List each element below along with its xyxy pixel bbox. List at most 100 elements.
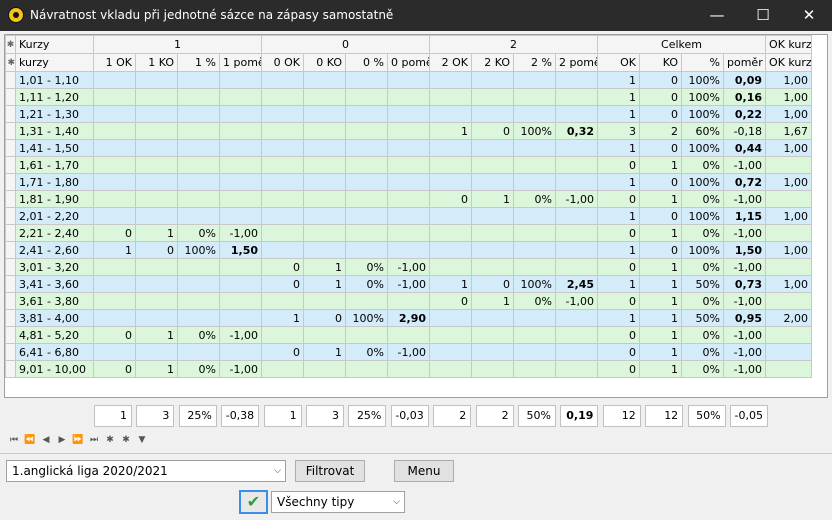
table-cell[interactable]: [387, 173, 430, 191]
table-cell[interactable]: 1,41 - 1,50: [15, 139, 94, 157]
table-cell[interactable]: [513, 309, 556, 327]
table-row[interactable]: 2,01 - 2,20 1 0 100% 1,15 1,00: [5, 207, 813, 225]
table-cell[interactable]: [555, 207, 598, 225]
table-cell[interactable]: 1,81 - 1,90: [15, 190, 94, 208]
table-cell[interactable]: 1: [639, 309, 682, 327]
table-cell[interactable]: [471, 88, 514, 106]
table-cell[interactable]: 0,72: [722, 173, 767, 191]
table-cell[interactable]: 60%: [681, 122, 724, 140]
table-cell[interactable]: [513, 88, 556, 106]
table-cell[interactable]: [303, 326, 346, 344]
table-cell[interactable]: 0%: [177, 224, 220, 242]
table-cell[interactable]: [429, 207, 472, 225]
table-cell[interactable]: 1: [303, 343, 346, 361]
table-cell[interactable]: [177, 156, 220, 174]
table-cell[interactable]: [345, 360, 388, 378]
column-header[interactable]: 1 %: [177, 53, 220, 72]
column-header[interactable]: 0 OK: [261, 53, 304, 72]
table-cell[interactable]: 1: [471, 292, 514, 310]
table-cell[interactable]: 0: [261, 258, 304, 276]
table-cell[interactable]: [555, 105, 598, 123]
table-cell[interactable]: 2,41 - 2,60: [15, 241, 94, 259]
table-cell[interactable]: 1,61 - 1,70: [15, 156, 94, 174]
table-cell[interactable]: 0: [429, 292, 472, 310]
table-cell[interactable]: [177, 258, 220, 276]
table-cell[interactable]: [471, 258, 514, 276]
table-cell[interactable]: [513, 258, 556, 276]
table-cell[interactable]: 1: [597, 88, 640, 106]
table-cell[interactable]: -1,00: [219, 360, 262, 378]
table-cell[interactable]: [135, 309, 178, 327]
table-cell[interactable]: 100%: [681, 88, 724, 106]
table-cell[interactable]: [219, 173, 262, 191]
table-cell[interactable]: [513, 241, 556, 259]
table-cell[interactable]: 1: [639, 258, 682, 276]
table-cell[interactable]: 0: [597, 360, 640, 378]
table-cell[interactable]: [471, 105, 514, 123]
table-cell[interactable]: 1: [639, 156, 682, 174]
table-cell[interactable]: -1,00: [555, 190, 598, 208]
table-cell[interactable]: [429, 360, 472, 378]
table-cell[interactable]: [219, 292, 262, 310]
table-cell[interactable]: [219, 139, 262, 157]
edit-record-icon[interactable]: ✱: [118, 435, 134, 445]
table-cell[interactable]: 0: [93, 360, 136, 378]
table-cell[interactable]: 0: [93, 224, 136, 242]
chevron-down-icon[interactable]: ⌵: [393, 492, 400, 512]
table-cell[interactable]: 9,01 - 10,00: [15, 360, 94, 378]
table-cell[interactable]: [345, 122, 388, 140]
table-cell[interactable]: -1,00: [219, 326, 262, 344]
table-cell[interactable]: [555, 224, 598, 242]
table-cell[interactable]: 3,81 - 4,00: [15, 309, 94, 327]
table-cell[interactable]: 0: [639, 207, 682, 225]
table-cell[interactable]: 1: [471, 190, 514, 208]
table-cell[interactable]: [345, 241, 388, 259]
table-cell[interactable]: -1,00: [722, 292, 767, 310]
table-cell[interactable]: [387, 326, 430, 344]
table-cell[interactable]: [513, 71, 556, 89]
table-cell[interactable]: [387, 122, 430, 140]
table-cell[interactable]: 1: [597, 207, 640, 225]
table-cell[interactable]: 0,09: [722, 71, 767, 89]
table-cell[interactable]: [135, 105, 178, 123]
row-selector[interactable]: [5, 71, 16, 89]
table-cell[interactable]: [219, 309, 262, 327]
table-cell[interactable]: 3,61 - 3,80: [15, 292, 94, 310]
table-cell[interactable]: [345, 156, 388, 174]
table-cell[interactable]: [765, 258, 813, 276]
row-selector[interactable]: [5, 258, 16, 276]
table-cell[interactable]: [261, 156, 304, 174]
table-cell[interactable]: 1,00: [765, 88, 813, 106]
table-cell[interactable]: 1,00: [765, 173, 813, 191]
table-cell[interactable]: [513, 343, 556, 361]
table-cell[interactable]: [345, 292, 388, 310]
table-cell[interactable]: [513, 224, 556, 242]
table-cell[interactable]: 1: [639, 275, 682, 293]
prev-record-icon[interactable]: ◀: [38, 435, 54, 445]
table-cell[interactable]: [345, 224, 388, 242]
table-cell[interactable]: [177, 105, 220, 123]
table-cell[interactable]: 0%: [681, 156, 724, 174]
table-cell[interactable]: 0,73: [722, 275, 767, 293]
table-cell[interactable]: -1,00: [555, 292, 598, 310]
table-cell[interactable]: [429, 224, 472, 242]
table-cell[interactable]: [219, 207, 262, 225]
row-selector[interactable]: [5, 326, 16, 344]
table-cell[interactable]: 0: [597, 343, 640, 361]
table-cell[interactable]: [261, 105, 304, 123]
row-selector[interactable]: [5, 156, 16, 174]
table-cell[interactable]: [555, 139, 598, 157]
table-cell[interactable]: [303, 360, 346, 378]
table-cell[interactable]: [261, 122, 304, 140]
table-cell[interactable]: [261, 292, 304, 310]
table-cell[interactable]: 4,81 - 5,20: [15, 326, 94, 344]
table-row[interactable]: 1,31 - 1,40 1 0 100% 0,32 3 2 60% -0,18 1,67: [5, 122, 813, 140]
row-selector[interactable]: [5, 190, 16, 208]
table-cell[interactable]: [555, 241, 598, 259]
table-cell[interactable]: 0: [471, 275, 514, 293]
row-selector[interactable]: [5, 122, 16, 140]
table-cell[interactable]: [345, 71, 388, 89]
table-cell[interactable]: 1,00: [765, 71, 813, 89]
table-cell[interactable]: 0: [471, 122, 514, 140]
table-cell[interactable]: 1: [639, 190, 682, 208]
